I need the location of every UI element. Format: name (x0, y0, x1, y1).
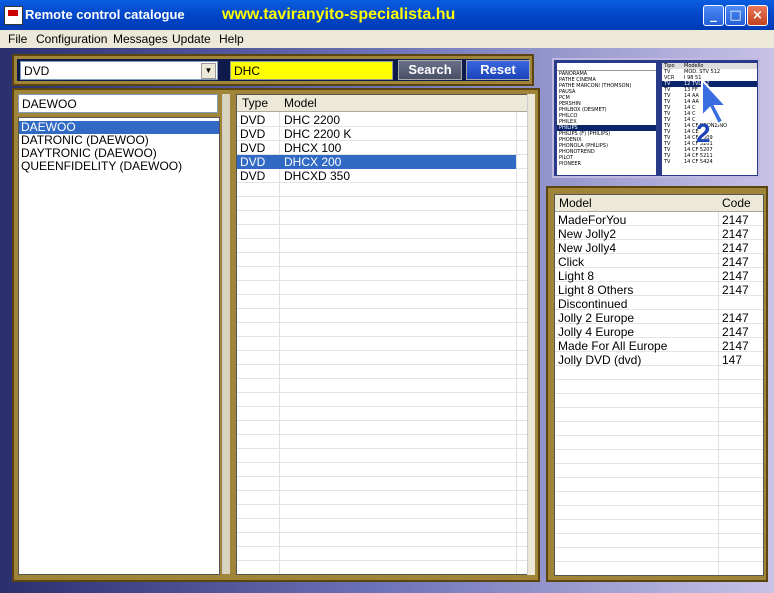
close-button[interactable]: × (747, 5, 768, 26)
model-type-cell: DVD (240, 127, 266, 141)
code-value-cell: 2147 (722, 283, 749, 297)
code-value-cell: 2147 (722, 241, 749, 255)
title-bar[interactable]: Remote control catalogue www.taviranyito… (0, 0, 774, 30)
model-table[interactable]: Type Model DVD DHC 2200 DVD DHC 2200 K DVD DH… (236, 94, 534, 575)
reset-button[interactable]: Reset (466, 60, 530, 80)
code-panel: Model Code MadeForYou 2147 New Jolly2 2147 N… (546, 186, 768, 582)
code-model-cell: MadeForYou (558, 213, 627, 227)
preview-thumbnail: PANORAMA PATHE CINEMA PATHE MARCONI (THOMS… (552, 58, 760, 178)
main-area: DVD ▼ DHC Search Reset DAEWOO DAEWOO DATR… (0, 48, 774, 593)
menu-file[interactable]: File (8, 32, 27, 46)
code-table-row[interactable]: Click 2147 (555, 255, 763, 269)
device-type-select[interactable]: DVD ▼ (20, 61, 218, 80)
model-table-row[interactable]: DVD DHCX 100 (237, 141, 533, 155)
code-value-cell: 147 (722, 353, 743, 367)
menu-help[interactable]: Help (219, 32, 244, 46)
model-table-row[interactable]: DVD DHC 2200 (237, 113, 533, 127)
model-name-cell: DHC 2200 (284, 113, 341, 127)
search-panel: DVD ▼ DHC Search Reset (12, 54, 534, 86)
model-type-cell: DVD (240, 141, 266, 155)
model-name-cell: DHCX 100 (284, 141, 342, 155)
code-table-row[interactable]: Jolly 2 Europe 2147 (555, 311, 763, 325)
brand-list[interactable]: DAEWOO DATRONIC (DAEWOO) DAYTRONIC (DAEWOO… (18, 117, 220, 575)
model-type-cell: DVD (240, 155, 266, 169)
brand-filter-input[interactable]: DAEWOO (18, 94, 218, 113)
code-model-cell: Made For All Europe (558, 339, 668, 353)
model-table-header: Type Model (237, 95, 533, 112)
model-table-row[interactable]: DVD DHCX 200 (237, 155, 516, 169)
code-table[interactable]: Model Code MadeForYou 2147 New Jolly2 2147 N… (554, 194, 764, 576)
code-model-cell: Light 8 Others (558, 283, 634, 297)
code-value-cell: 2147 (722, 311, 749, 325)
preview-brand-list: PANORAMA PATHE CINEMA PATHE MARCONI (THOMS… (557, 63, 656, 175)
brand-filter-value: DAEWOO (22, 97, 77, 111)
code-table-row[interactable]: Made For All Europe 2147 (555, 339, 763, 353)
brand-list-item[interactable]: QUEENFIDELITY (DAEWOO) (19, 160, 219, 173)
code-value-cell: 2147 (722, 213, 749, 227)
app-icon (4, 6, 23, 25)
menu-bar: File Configuration Messages Update Help (0, 30, 774, 48)
code-value-cell: 2147 (722, 227, 749, 241)
code-model-cell: Jolly 2 Europe (558, 311, 635, 325)
search-button[interactable]: Search (398, 60, 462, 80)
column-header-code[interactable]: Code (722, 196, 751, 210)
column-header-model[interactable]: Model (284, 96, 317, 110)
window-title: Remote control catalogue (25, 7, 185, 22)
code-table-row[interactable]: New Jolly4 2147 (555, 241, 763, 255)
app-window: Remote control catalogue www.taviranyito… (0, 0, 774, 593)
model-type-cell: DVD (240, 113, 266, 127)
code-table-header: Model Code (555, 195, 763, 212)
splitter[interactable] (222, 94, 230, 574)
code-table-row[interactable]: MadeForYou 2147 (555, 213, 763, 227)
model-table-row[interactable]: DVD DHC 2200 K (237, 127, 533, 141)
column-header-model[interactable]: Model (559, 196, 592, 210)
code-model-cell: Jolly 4 Europe (558, 325, 635, 339)
model-type-cell: DVD (240, 169, 266, 183)
preview-brand-item: PIONEER (559, 161, 581, 167)
chevron-down-icon[interactable]: ▼ (201, 63, 216, 79)
preview-model-row: TV 14 CF 5424 (662, 159, 757, 165)
browse-panel: DAEWOO DAEWOO DATRONIC (DAEWOO) DAYTRONIC … (12, 88, 540, 582)
menu-update[interactable]: Update (172, 32, 211, 46)
code-table-row[interactable]: Light 8 2147 (555, 269, 763, 283)
code-model-cell: Click (558, 255, 584, 269)
code-model-cell: Light 8 (558, 269, 595, 283)
step-badge: 2 (696, 118, 711, 148)
model-name-cell: DHCX 200 (284, 155, 342, 169)
maximize-button[interactable]: □ (725, 5, 746, 26)
menu-messages[interactable]: Messages (113, 32, 168, 46)
code-table-row[interactable]: Light 8 Others 2147 (555, 283, 763, 297)
code-table-row[interactable]: New Jolly2 2147 (555, 227, 763, 241)
preview-type-cell: TV (664, 159, 671, 165)
code-model-cell: New Jolly2 (558, 227, 617, 241)
code-model-cell: Jolly DVD (dvd) (558, 353, 642, 367)
code-value-cell: 2147 (722, 269, 749, 283)
code-table-row[interactable]: Jolly 4 Europe 2147 (555, 325, 763, 339)
code-value-cell: 2147 (722, 339, 749, 353)
code-model-cell: Discontinued (558, 297, 628, 311)
model-name-cell: DHC 2200 K (284, 127, 352, 141)
model-search-input[interactable]: DHC (230, 61, 393, 80)
model-search-value: DHC (234, 64, 260, 78)
code-value-cell: 2147 (722, 325, 749, 339)
code-table-row[interactable]: Jolly DVD (dvd) 147 (555, 353, 763, 367)
column-header-type[interactable]: Type (242, 96, 268, 110)
url-banner: www.taviranyito-specialista.hu (222, 6, 456, 23)
menu-configuration[interactable]: Configuration (36, 32, 107, 46)
model-name-cell: DHCXD 350 (284, 169, 351, 183)
preview-model-cell: 14 CF 5424 (684, 159, 713, 165)
code-table-row[interactable]: Discontinued (555, 297, 763, 311)
minimize-button[interactable]: _ (703, 5, 724, 26)
code-model-cell: New Jolly4 (558, 241, 617, 255)
device-type-value: DVD (24, 64, 50, 78)
model-table-row[interactable]: DVD DHCXD 350 (237, 169, 533, 183)
code-value-cell: 2147 (722, 255, 749, 269)
vertical-scrollbar[interactable] (527, 94, 535, 575)
